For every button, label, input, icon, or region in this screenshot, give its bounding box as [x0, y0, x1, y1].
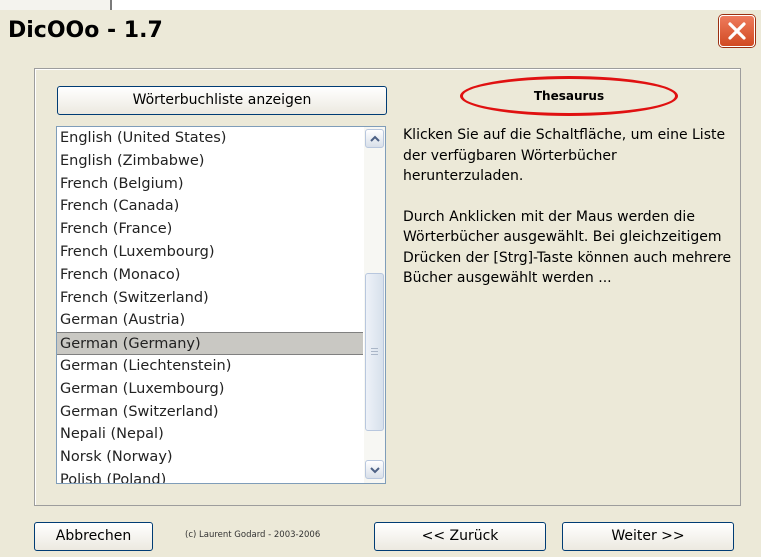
info-paragraph-1: Klicken Sie auf die Schaltfläche, um ein… [403, 127, 726, 184]
list-scrollbar[interactable] [364, 127, 385, 483]
chevron-down-icon [370, 467, 380, 474]
list-item[interactable]: French (Monaco) [57, 264, 363, 287]
thesaurus-highlight: Thesaurus [460, 76, 678, 116]
list-item[interactable]: French (Belgium) [57, 173, 363, 196]
list-item[interactable]: English (United States) [57, 127, 363, 150]
list-item[interactable]: German (Austria) [57, 309, 363, 332]
list-item[interactable]: German (Luxembourg) [57, 378, 363, 401]
info-text: Klicken Sie auf die Schaltfläche, um ein… [403, 125, 733, 309]
scroll-grip [371, 348, 378, 349]
background-strip [0, 0, 761, 10]
list-item[interactable]: French (France) [57, 218, 363, 241]
list-item[interactable]: Polish (Poland) [57, 469, 363, 483]
background-window-tab [0, 0, 112, 10]
cancel-button[interactable]: Abbrechen [34, 522, 153, 551]
language-listbox[interactable]: English (United States) English (Zimbabwe… [56, 126, 386, 484]
list-item[interactable]: English (Zimbabwe) [57, 150, 363, 173]
back-button[interactable]: << Zurück [374, 522, 546, 551]
window-title: DicOOo - 1.7 [8, 18, 163, 43]
close-icon [728, 22, 746, 40]
chevron-up-icon [370, 135, 380, 142]
list-item[interactable]: Nepali (Nepal) [57, 423, 363, 446]
next-button[interactable]: Weiter >> [562, 522, 734, 551]
list-item[interactable]: French (Canada) [57, 195, 363, 218]
show-dictionary-list-button[interactable]: Wörterbuchliste anzeigen [57, 86, 387, 115]
list-item[interactable]: Norsk (Norway) [57, 446, 363, 469]
thesaurus-label: Thesaurus [533, 89, 605, 103]
close-button[interactable] [719, 15, 755, 47]
scroll-down-button[interactable] [365, 460, 384, 479]
info-paragraph-2: Durch Anklicken mit der Maus werden die … [403, 208, 732, 287]
list-item[interactable]: German (Switzerland) [57, 401, 363, 424]
scroll-thumb[interactable] [365, 273, 384, 431]
language-list: English (United States) English (Zimbabwe… [57, 127, 363, 483]
list-item[interactable]: French (Luxembourg) [57, 241, 363, 264]
title-bar: DicOOo - 1.7 [0, 10, 761, 52]
copyright-text: (c) Laurent Godard - 2003-2006 [185, 530, 321, 540]
list-item[interactable]: German (Liechtenstein) [57, 355, 363, 378]
list-item[interactable]: French (Switzerland) [57, 287, 363, 310]
scroll-up-button[interactable] [365, 129, 384, 148]
list-item[interactable]: German (Germany) [57, 332, 363, 355]
